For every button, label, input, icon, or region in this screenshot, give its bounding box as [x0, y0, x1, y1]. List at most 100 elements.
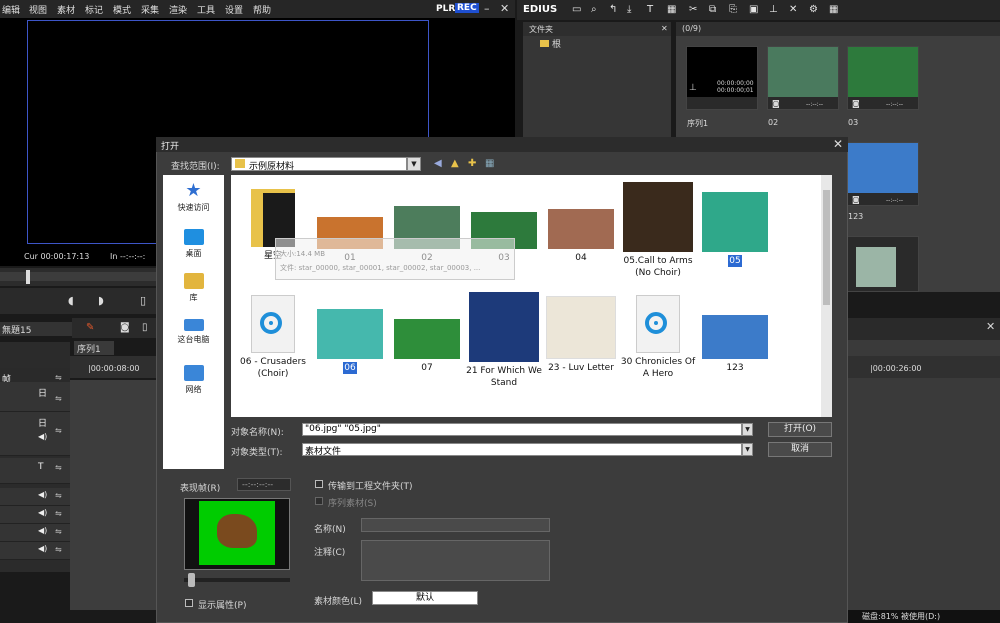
folder-icon[interactable]: ▭ — [572, 4, 581, 15]
plr-label[interactable]: PLR — [436, 4, 455, 14]
place-desktop[interactable]: 桌面 — [163, 229, 224, 259]
track-switch-icon[interactable]: ⇋ — [55, 394, 62, 403]
timeline-tab[interactable]: 序列1 — [74, 341, 114, 355]
new-folder-icon[interactable]: ✚ — [468, 158, 476, 169]
file-item[interactable]: 30 Chronicles Of A Hero — [619, 295, 697, 380]
track-header[interactable]: ◀) ⇋ — [0, 488, 70, 506]
title-icon[interactable]: T — [647, 4, 653, 15]
menu-capture[interactable]: 采集 — [141, 3, 159, 16]
search-icon[interactable]: ⌕ — [591, 4, 597, 15]
speaker-icon[interactable]: ◀) — [38, 432, 47, 441]
copy-icon[interactable]: ⧉ — [709, 4, 716, 15]
menu-render[interactable]: 渲染 — [169, 3, 187, 16]
timeline-tracks[interactable] — [70, 380, 160, 610]
back-icon[interactable]: ◀ — [434, 158, 442, 169]
rec-label[interactable]: REC — [455, 3, 479, 13]
open-button[interactable]: 打开(O) — [768, 422, 832, 437]
object-type-select[interactable]: 素材文件 — [302, 443, 742, 457]
sequence-checkbox[interactable] — [315, 497, 323, 505]
file-item[interactable]: 21 For Which We Stand — [465, 292, 543, 389]
track-switch-icon[interactable]: ⇋ — [55, 373, 62, 382]
clip-thumbnail[interactable]: ⊥ 00:00:00;00 00:00:00;01 — [686, 46, 758, 110]
track-header[interactable]: 日 ◀) ⇋ — [0, 412, 70, 456]
menu-mode[interactable]: 模式 — [113, 3, 131, 16]
preview-slider-handle[interactable] — [188, 573, 195, 587]
folder-tree-root[interactable]: 根 — [540, 37, 561, 50]
page-icon[interactable]: ▯ — [142, 322, 148, 333]
menu-clip[interactable]: 素材 — [57, 3, 75, 16]
add-timeline-icon[interactable]: ⊥ — [769, 4, 778, 15]
track-switch-icon[interactable]: ⇋ — [55, 545, 62, 554]
scrub-bar[interactable] — [0, 272, 160, 281]
track-switch-icon[interactable]: ⇋ — [55, 463, 62, 472]
dialog-close-button[interactable]: ✕ — [833, 137, 843, 151]
file-item[interactable]: 23 - Luv Letter — [542, 296, 620, 374]
menu-help[interactable]: 帮助 — [253, 3, 271, 16]
scrollbar-thumb[interactable] — [823, 190, 830, 305]
track-header[interactable]: ◀) ⇋ — [0, 506, 70, 524]
set-mark-icon[interactable]: ▯ — [140, 294, 146, 307]
camera-icon[interactable]: ◙ — [120, 322, 130, 333]
track-switch-icon[interactable]: ⇋ — [55, 527, 62, 536]
menu-view[interactable]: 视图 — [29, 3, 47, 16]
track-header[interactable]: 日 ⇋ — [0, 382, 70, 412]
view-menu-icon[interactable]: ▦ — [485, 158, 494, 169]
track-switch-icon[interactable]: ⇋ — [55, 509, 62, 518]
delete-icon[interactable]: ✕ — [789, 4, 797, 15]
track-switch-icon[interactable]: ⇋ — [55, 426, 62, 435]
menu-marker[interactable]: 标记 — [85, 3, 103, 16]
file-item[interactable]: 07 — [388, 319, 466, 374]
file-item[interactable]: 06 — [311, 309, 389, 374]
place-this-pc[interactable]: 这台电脑 — [163, 319, 224, 345]
file-item[interactable]: 05 — [696, 192, 774, 267]
place-library[interactable]: 库 — [163, 273, 224, 303]
preview-slider[interactable] — [184, 578, 290, 582]
track-header[interactable]: ◀) ⇋ — [0, 542, 70, 560]
menu-tools[interactable]: 工具 — [197, 3, 215, 16]
up-folder-icon[interactable]: ▲ — [451, 158, 459, 169]
chevron-down-icon[interactable]: ▼ — [407, 157, 421, 171]
menu-settings[interactable]: 设置 — [225, 3, 243, 16]
transfer-checkbox[interactable] — [315, 480, 323, 488]
up-icon[interactable]: ↰ — [609, 4, 617, 15]
clip-thumbnail[interactable]: ◙ --:--:-- — [847, 46, 919, 110]
clip-thumbnail[interactable] — [847, 236, 919, 292]
timeline-close-icon[interactable]: ✕ — [986, 320, 995, 333]
clip-color-select[interactable]: 默认 — [372, 591, 478, 605]
view-icon[interactable]: ⚙ — [809, 4, 818, 15]
clip-thumbnail[interactable]: ◙ --:--:-- — [767, 46, 839, 110]
file-item[interactable]: 04 — [542, 209, 620, 264]
cancel-button[interactable]: 取消 — [768, 442, 832, 457]
place-network[interactable]: 网络 — [163, 365, 224, 395]
file-item[interactable]: 05.Call to Arms (No Choir) — [619, 182, 697, 279]
track-header[interactable]: T ⇋ — [0, 458, 70, 484]
clip-name-field[interactable] — [361, 518, 550, 532]
close-button[interactable]: ✕ — [500, 2, 509, 15]
chevron-down-icon[interactable]: ▼ — [742, 423, 753, 436]
scrub-handle[interactable] — [26, 270, 30, 284]
mark-out-icon[interactable]: ◗ — [98, 294, 104, 307]
file-item[interactable]: 123 — [696, 315, 774, 374]
object-name-input[interactable]: "06.jpg" "05.jpg" — [302, 423, 742, 436]
minimize-button[interactable]: – — [484, 2, 490, 15]
edit-mode-icon[interactable]: ✎ — [86, 322, 94, 333]
look-in-combo[interactable]: 示例原材料 — [231, 157, 407, 172]
clip-thumbnail[interactable]: ◙ --:--:-- — [847, 142, 919, 206]
track-switch-icon[interactable]: ⇋ — [55, 491, 62, 500]
grid-view-icon[interactable]: ▦ — [829, 4, 838, 15]
chevron-down-icon[interactable]: ▼ — [742, 443, 753, 456]
import-icon[interactable]: ⤓ — [627, 4, 631, 15]
preview-timecode[interactable]: --:--:--:-- — [237, 478, 291, 491]
properties-icon[interactable]: ▣ — [749, 4, 758, 15]
show-props-checkbox[interactable] — [185, 599, 193, 607]
paste-icon[interactable]: ⎘ — [729, 4, 737, 15]
comment-field[interactable] — [361, 540, 550, 581]
track-header[interactable]: ◀) ⇋ — [0, 524, 70, 542]
menu-edit[interactable]: 编辑 — [2, 3, 20, 16]
cut-icon[interactable]: ✂ — [689, 4, 697, 15]
mark-in-icon[interactable]: ◖ — [68, 294, 74, 307]
color-bar-icon[interactable]: ▦ — [667, 4, 676, 15]
folder-pane-close-icon[interactable]: ✕ — [661, 24, 668, 33]
place-quick-access[interactable]: ★ 快速访问 — [163, 182, 224, 213]
file-item[interactable]: 06 - Crusaders (Choir) — [234, 295, 312, 380]
